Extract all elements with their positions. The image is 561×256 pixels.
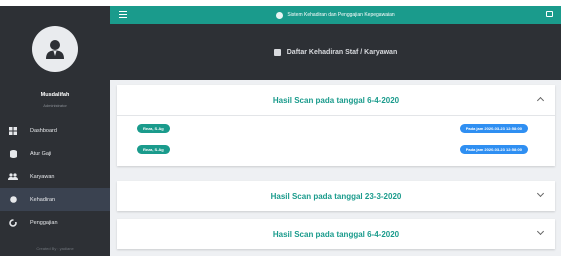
time-badge: Pada jam 2020-03-23 12:58:00 [459,145,528,154]
menu-icon[interactable] [119,11,127,19]
employee-badge: Reza, S.Ag [137,124,170,133]
card-header[interactable]: Hasil Scan pada tanggal 6-4-2020 [117,219,555,249]
dashboard-icon [8,126,18,136]
avatar [32,26,78,72]
globe-icon [276,11,284,19]
sidebar-item-label: Kehadiran [30,196,56,203]
circle-icon [8,195,18,205]
employee-badge: Reza, S.Ag [137,145,170,154]
database-icon [8,149,18,159]
calendar-icon [273,48,281,56]
chevron-down-icon[interactable] [536,189,545,198]
credit-text: Created By : yadiane [36,246,74,251]
users-icon [8,172,18,182]
list-item: Reza, S.Ag Pada jam 2020-03-23 12:58:00 [117,122,555,137]
sidebar-item-label: Karyawan [30,173,55,180]
card-title: Hasil Scan pada tanggal 6-4-2020 [272,95,400,105]
refresh-icon [8,218,18,228]
scan-card: Hasil Scan pada tanggal 6-4-2020 Reza, S… [117,85,555,166]
sidebar-item-penggajian[interactable]: Penggajian [0,211,110,234]
chevron-up-icon[interactable] [536,96,545,105]
card-title: Hasil Scan pada tanggal 23-3-2020 [270,191,402,201]
sidebar-item-kehadiran[interactable]: Kehadiran [0,188,110,211]
card-header[interactable]: Hasil Scan pada tanggal 23-3-2020 [117,181,555,211]
sidebar-item-atur-gaji[interactable]: Atur Gaji [0,142,110,165]
list-item: Reza, S.Ag Pada jam 2020-03-23 12:58:00 [117,143,555,158]
page-title: Daftar Kehadiran Staf / Karyawan [286,48,398,56]
sidebar-nav: Dashboard Atur Gaji Karyawan Kehadiran P… [0,119,110,234]
sidebar-item-label: Atur Gaji [30,150,52,157]
user-name: Musdalifah [40,92,70,98]
sidebar-item-karyawan[interactable]: Karyawan [0,165,110,188]
sidebar-item-dashboard[interactable]: Dashboard [0,119,110,142]
message-icon[interactable] [546,11,553,17]
sidebar-item-label: Dashboard [30,127,57,134]
user-avatar-icon [46,40,64,59]
page-banner: Daftar Kehadiran Staf / Karyawan [110,24,561,80]
top-header: Sistem Kehadiran dan Penggajian Kepegawa… [110,6,561,24]
app-title: Sistem Kehadiran dan Penggajian Kepegawa… [287,12,395,18]
chevron-down-icon[interactable] [536,227,545,236]
sidebar: Musdalifah Administrator Dashboard Atur … [0,6,110,256]
card-body: Reza, S.Ag Pada jam 2020-03-23 12:58:00 … [117,115,555,166]
user-role: Administrator [43,103,67,108]
card-title: Hasil Scan pada tanggal 6-4-2020 [272,229,400,239]
scan-card: Hasil Scan pada tanggal 23-3-2020 [117,181,555,211]
sidebar-item-label: Penggajian [30,219,58,226]
time-badge: Pada jam 2020-03-23 12:58:00 [459,124,528,133]
card-header[interactable]: Hasil Scan pada tanggal 6-4-2020 [117,85,555,115]
scan-card: Hasil Scan pada tanggal 6-4-2020 [117,219,555,249]
